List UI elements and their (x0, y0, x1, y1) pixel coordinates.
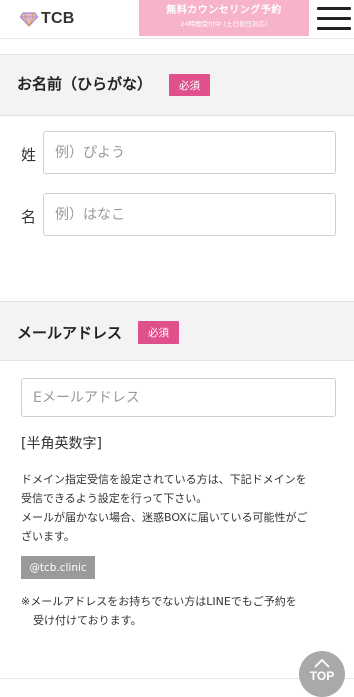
site-header: TCB 無料カウンセリング予約 24時間受付中 (土日祝日対応) (0, 0, 354, 39)
hamburger-bar (317, 27, 351, 30)
required-badge: 必須 (138, 321, 179, 344)
note-line: ざいます。 (21, 530, 75, 543)
logo-text: TCB (41, 10, 75, 27)
back-to-top-label: TOP (309, 669, 335, 683)
free-counseling-button[interactable]: 無料カウンセリング予約 24時間受付中 (土日祝日対応) (139, 0, 309, 36)
half-width-hint: [半角英数字] (21, 436, 102, 452)
line-note-line: ※メールアドレスをお持ちでない方はLINEでもご予約を (21, 595, 297, 608)
email-section-header: メールアドレス 必須 (0, 301, 354, 361)
name-section-title: お名前（ひらがな） (17, 75, 153, 93)
domain-note: ドメイン指定受信を設定されている方は、下記ドメインを 受信できるよう設定を行って… (21, 470, 341, 546)
cta-sub-label: 24時間受付中 (土日祝日対応) (180, 20, 268, 28)
hamburger-menu-button[interactable] (316, 4, 352, 32)
first-name-label: 名 (21, 208, 37, 226)
back-to-top-button[interactable]: TOP (299, 651, 345, 697)
note-line: メールが届かない場合、迷惑BOXに届いている可能性がご (21, 511, 308, 524)
name-section-header: お名前（ひらがな） 必須 (0, 54, 354, 116)
first-name-input[interactable] (43, 193, 336, 236)
note-line: 受信できるよう設定を行って下さい。 (21, 492, 208, 505)
note-line: ドメイン指定受信を設定されている方は、下記ドメインを (21, 473, 307, 486)
line-note: ※メールアドレスをお持ちでない方はLINEでもご予約を 受け付けております。 (21, 592, 343, 630)
last-name-input[interactable] (43, 131, 336, 174)
hamburger-icon (317, 7, 351, 10)
email-section-title: メールアドレス (17, 324, 123, 342)
domain-tag: @tcb.clinic (21, 556, 95, 579)
email-input[interactable] (21, 378, 336, 417)
diamond-logo-icon (20, 11, 38, 27)
line-note-line: 受け付けております。 (33, 614, 142, 627)
tcb-logo[interactable]: TCB (20, 9, 74, 29)
required-badge: 必須 (169, 74, 210, 96)
last-name-label: 姓 (21, 146, 37, 164)
chevron-up-icon (314, 659, 330, 668)
hamburger-bar (317, 17, 351, 20)
cta-main-label: 無料カウンセリング予約 (166, 5, 282, 16)
